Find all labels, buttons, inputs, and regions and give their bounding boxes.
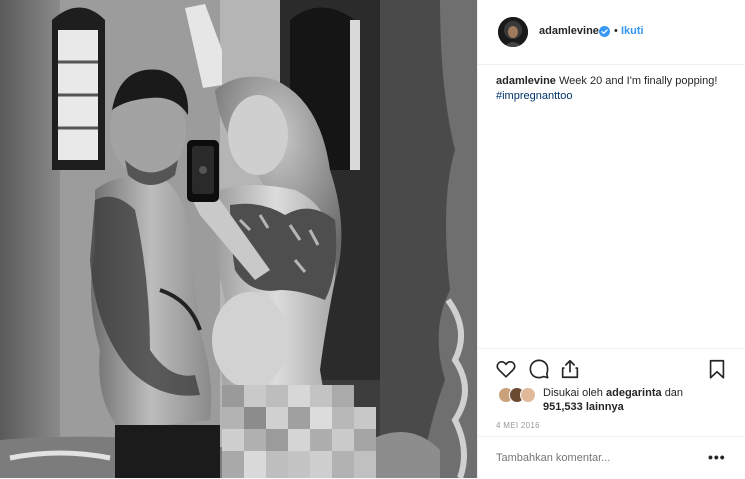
liker-username[interactable]: adegarinta [606, 387, 662, 399]
comment-bar: ••• [478, 436, 745, 479]
caption-username[interactable]: adamlevine [496, 75, 556, 87]
censor-mosaic [222, 385, 376, 478]
share-icon[interactable] [559, 358, 581, 380]
post-username[interactable]: adamlevine [539, 25, 599, 37]
heart-icon[interactable] [495, 358, 517, 380]
liker-avatar[interactable] [520, 387, 536, 403]
avatar[interactable] [498, 17, 528, 47]
caption-hashtag[interactable]: #impregnanttoo [496, 90, 572, 102]
post-date[interactable]: 4 MEI 2016 [496, 421, 540, 430]
avatar-image [498, 17, 528, 47]
follow-button[interactable]: Ikuti [621, 25, 644, 37]
comment-input[interactable] [496, 452, 696, 464]
post-side-panel: adamlevine • Ikuti adamlevine Week 20 an… [477, 0, 745, 478]
comment-bubble-icon[interactable] [528, 358, 550, 380]
more-options-icon[interactable]: ••• [708, 449, 726, 465]
post-photo[interactable] [0, 0, 477, 478]
post-actions: Disukai oleh adegarinta dan 951,533 lain… [478, 348, 745, 437]
likes-middle: dan [664, 387, 684, 399]
bookmark-icon[interactable] [706, 358, 728, 380]
separator-dot: • [614, 25, 618, 37]
likes-text: Disukai oleh adegarinta dan 951,533 lain… [543, 386, 683, 414]
caption-text: Week 20 and I'm finally popping! [558, 75, 718, 87]
post-caption: adamlevine Week 20 and I'm finally poppi… [496, 74, 731, 104]
likes-prefix: Disukai oleh [543, 387, 603, 399]
verified-badge-icon [599, 26, 610, 37]
likes-summary: Disukai oleh adegarinta dan 951,533 lain… [498, 386, 738, 416]
mirror-selfie-image [0, 0, 477, 478]
instagram-post: adamlevine • Ikuti adamlevine Week 20 an… [0, 0, 745, 478]
post-header: adamlevine • Ikuti [478, 0, 745, 65]
likes-count[interactable]: 951,533 lainnya [543, 401, 624, 413]
